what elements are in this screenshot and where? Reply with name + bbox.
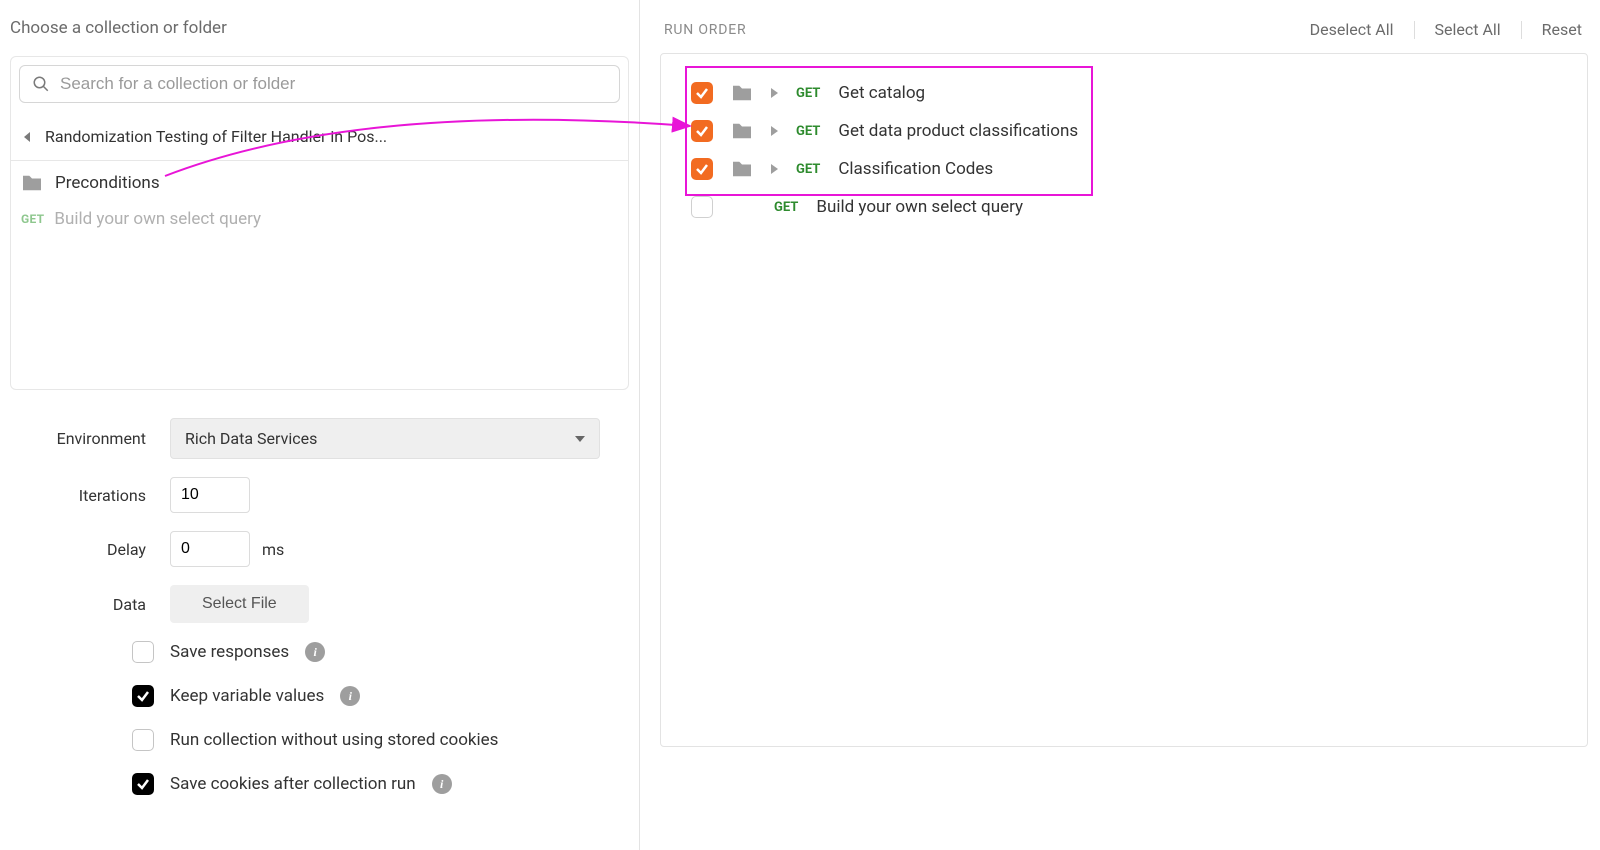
folder-icon [731, 122, 753, 140]
iterations-label: Iterations [10, 486, 170, 505]
method-badge: GET [21, 212, 44, 226]
folder-icon [21, 174, 43, 192]
run-item-name: Build your own select query [816, 197, 1023, 217]
method-badge: GET [774, 200, 798, 215]
caret-right-icon [771, 88, 778, 98]
caret-right-icon [771, 164, 778, 174]
run-item[interactable]: GET Get data product classifications [681, 112, 1567, 150]
env-value: Rich Data Services [185, 429, 317, 448]
chevron-left-icon [23, 132, 33, 142]
reset-link[interactable]: Reset [1536, 18, 1588, 41]
folder-label: Preconditions [55, 173, 160, 193]
info-icon[interactable]: i [305, 642, 325, 662]
run-item-name: Get catalog [838, 83, 925, 103]
breadcrumb-text: Randomization Testing of Filter Handler … [45, 127, 387, 146]
method-badge: GET [796, 162, 820, 177]
no-cookies-label: Run collection without using stored cook… [170, 730, 498, 750]
save-responses-label: Save responses [170, 642, 289, 662]
caret-right-icon [771, 126, 778, 136]
info-icon[interactable]: i [432, 774, 452, 794]
method-badge: GET [796, 124, 820, 139]
left-panel-title: Choose a collection or folder [10, 18, 629, 38]
request-item[interactable]: GET Build your own select query [11, 199, 628, 239]
divider [1521, 21, 1522, 39]
iterations-input[interactable] [170, 477, 250, 513]
select-file-button[interactable]: Select File [170, 585, 309, 623]
data-label: Data [10, 595, 170, 614]
env-label: Environment [10, 429, 170, 448]
run-checkbox[interactable] [691, 196, 713, 218]
divider [1414, 21, 1415, 39]
folder-icon [731, 84, 753, 102]
search-input[interactable] [60, 74, 607, 94]
keep-vars-checkbox[interactable] [132, 685, 154, 707]
request-label: Build your own select query [54, 209, 261, 229]
save-cookies-label: Save cookies after collection run [170, 774, 416, 794]
delay-label: Delay [10, 540, 170, 559]
run-item[interactable]: GET Get catalog [681, 74, 1567, 112]
select-all-link[interactable]: Select All [1429, 18, 1507, 41]
environment-select[interactable]: Rich Data Services [170, 418, 600, 459]
run-checkbox[interactable] [691, 120, 713, 142]
save-responses-checkbox[interactable] [132, 641, 154, 663]
caret-down-icon [575, 434, 585, 444]
breadcrumb[interactable]: Randomization Testing of Filter Handler … [11, 113, 628, 161]
run-item-name: Get data product classifications [838, 121, 1078, 141]
run-item[interactable]: GET Build your own select query [681, 188, 1567, 226]
folder-item[interactable]: Preconditions [11, 161, 628, 199]
search-wrap[interactable] [19, 65, 620, 103]
folder-icon [731, 160, 753, 178]
deselect-all-link[interactable]: Deselect All [1304, 18, 1400, 41]
keep-vars-label: Keep variable values [170, 686, 324, 706]
delay-unit: ms [262, 540, 284, 559]
run-item[interactable]: GET Classification Codes [681, 150, 1567, 188]
info-icon[interactable]: i [340, 686, 360, 706]
run-list: GET Get catalog GET Get data product cla… [660, 53, 1588, 747]
no-cookies-checkbox[interactable] [132, 729, 154, 751]
search-icon [32, 75, 50, 93]
run-checkbox[interactable] [691, 82, 713, 104]
run-item-name: Classification Codes [838, 159, 993, 179]
save-cookies-checkbox[interactable] [132, 773, 154, 795]
run-order-title: RUN ORDER [664, 22, 746, 38]
run-checkbox[interactable] [691, 158, 713, 180]
delay-input[interactable] [170, 531, 250, 567]
method-badge: GET [796, 86, 820, 101]
